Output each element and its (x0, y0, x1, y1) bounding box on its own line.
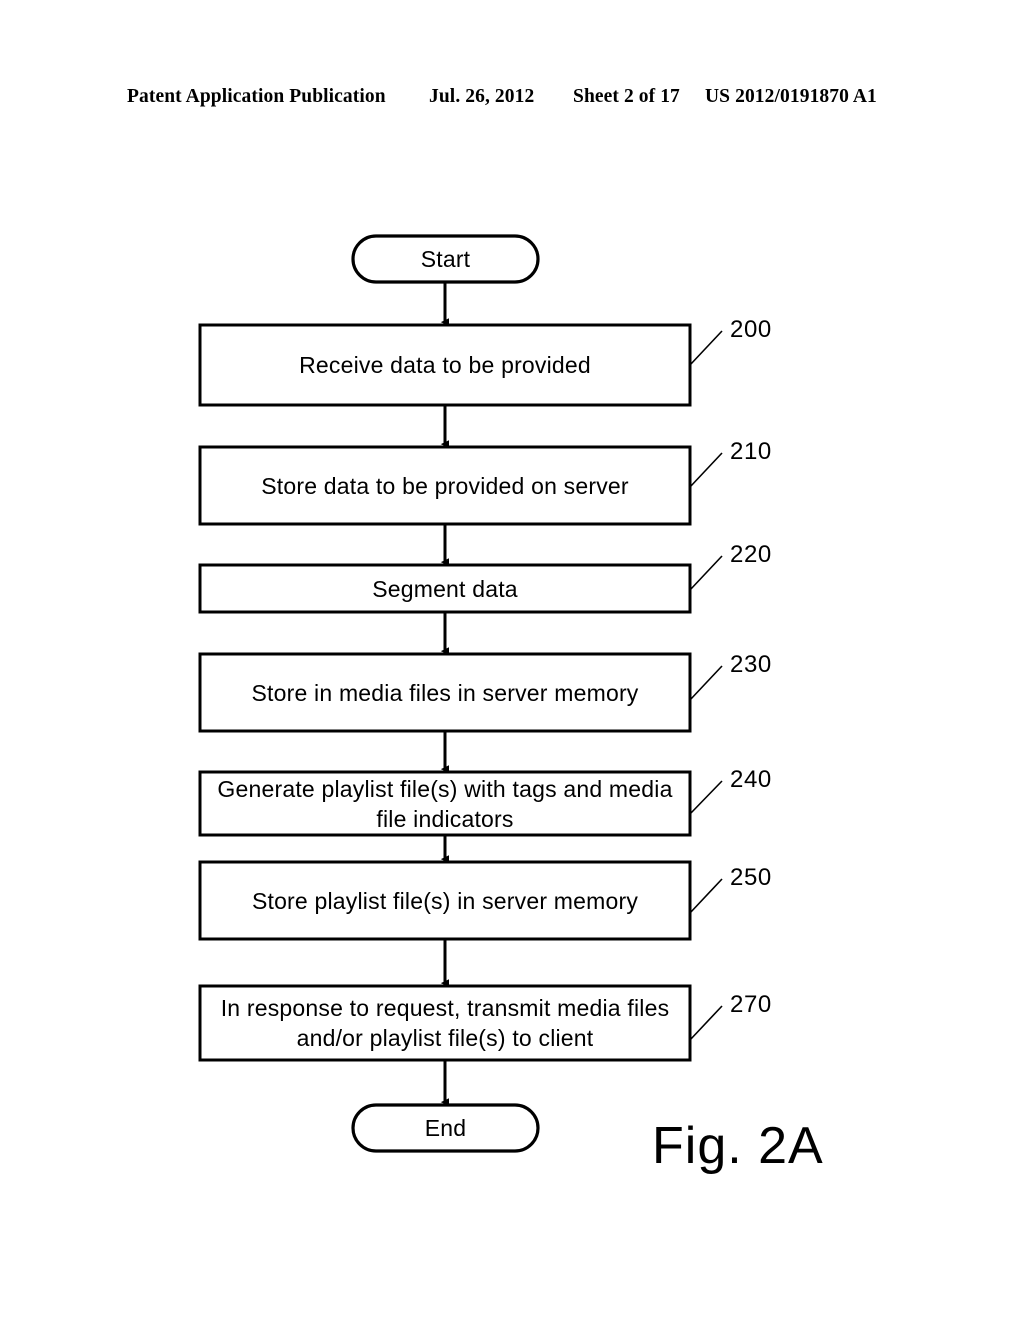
reference-numeral-200: 200 (730, 316, 772, 343)
leader-line-210 (689, 452, 723, 488)
flowchart-figure: Start End Receive data to be provided St… (0, 0, 1024, 1320)
step-box-210 (198, 445, 692, 526)
reference-numeral-240: 240 (730, 766, 772, 793)
reference-numeral-250: 250 (730, 864, 772, 891)
figure-caption: Fig. 2A (652, 1117, 824, 1175)
leader-line-230 (689, 665, 723, 701)
step-box-200 (198, 323, 692, 407)
reference-numeral-210: 210 (730, 438, 772, 465)
step-box-270 (198, 984, 692, 1062)
flowchart-canvas (198, 234, 723, 1153)
leader-line-200 (689, 330, 723, 366)
step-box-220 (198, 563, 692, 614)
start-terminal-shape (351, 234, 540, 284)
reference-numeral-230: 230 (730, 651, 772, 678)
reference-numeral-270: 270 (730, 991, 772, 1018)
leader-line-250 (689, 878, 723, 914)
end-terminal-shape (351, 1103, 540, 1153)
leader-line-220 (689, 555, 723, 591)
step-box-250 (198, 860, 692, 941)
step-box-230 (198, 652, 692, 733)
step-box-240 (198, 770, 692, 837)
leader-line-270 (689, 1005, 723, 1041)
leader-line-240 (689, 780, 723, 815)
reference-numeral-220: 220 (730, 541, 772, 568)
